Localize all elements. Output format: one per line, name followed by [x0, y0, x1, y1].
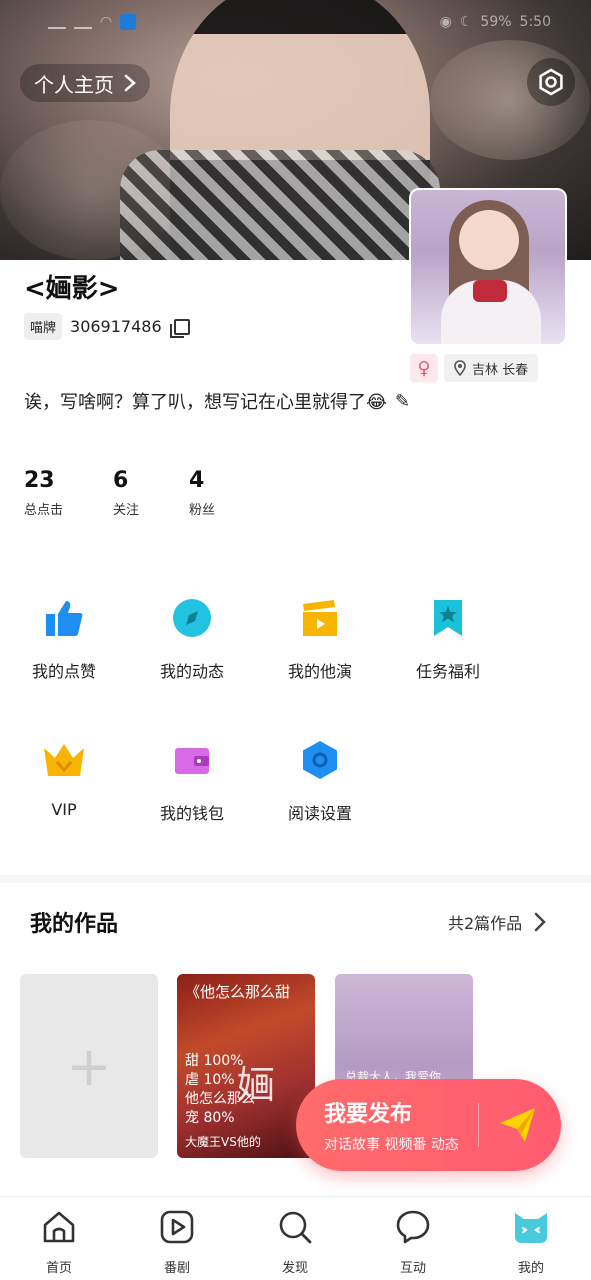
battery-level: 59%	[480, 14, 512, 30]
settings-icon	[539, 68, 563, 96]
stat-clicks[interactable]: 23 总点击	[24, 468, 63, 518]
work-card-subtitle: 大魔王VS他的	[185, 1135, 261, 1149]
signal-icon	[48, 15, 66, 29]
hexagon-settings-icon	[303, 741, 337, 779]
menu-item-wallet[interactable]: 我的钱包	[128, 738, 256, 824]
settings-button[interactable]	[527, 58, 575, 106]
nav-label: 发现	[281, 1261, 308, 1276]
clock: 5:50	[519, 14, 551, 30]
stat-value: 6	[113, 468, 129, 493]
clapperboard-icon	[303, 600, 337, 636]
publish-subtitle: 对话故事 视频番 动态	[324, 1137, 459, 1153]
cat-face-icon	[515, 1213, 547, 1243]
username: <婳影>	[24, 274, 120, 304]
edit-pencil-icon[interactable]: ✎	[395, 391, 410, 412]
works-title: 我的作品	[30, 912, 119, 937]
menu-item-tasks[interactable]: 任务福利	[384, 596, 512, 682]
menu-item-moments[interactable]: 我的动态	[128, 596, 256, 682]
publish-title: 我要发布	[324, 1102, 413, 1127]
menu-item-likes[interactable]: 我的点赞	[0, 596, 128, 682]
gender-tag: ♀	[410, 354, 438, 382]
chevron-right-icon	[534, 912, 546, 932]
location-pin-icon	[454, 360, 466, 376]
add-work-button[interactable]: +	[20, 974, 158, 1158]
stat-value: 23	[24, 468, 55, 493]
bookmark-star-icon	[434, 600, 462, 636]
work-card-title: 《他怎么那么甜	[185, 983, 291, 1001]
stat-label: 关注	[113, 503, 140, 518]
home-icon	[43, 1211, 75, 1243]
nav-interact[interactable]: 互动	[354, 1207, 472, 1276]
work-card[interactable]: 《他怎么那么甜 甜 100% 虐 10% 他怎么那么 宠 80% 婳 大魔王VS…	[177, 974, 315, 1158]
menu-label: VIP	[51, 800, 77, 819]
stat-value: 4	[189, 468, 205, 493]
nav-home[interactable]: 首页	[0, 1207, 118, 1276]
section-divider	[0, 875, 591, 883]
stat-label: 总点击	[24, 503, 64, 518]
menu-item-vip[interactable]: VIP	[0, 738, 128, 819]
works-count: 共2篇作品	[448, 914, 523, 933]
eye-icon: ◉	[439, 14, 452, 30]
play-icon	[160, 1210, 194, 1244]
personal-homepage-link[interactable]: 个人主页	[20, 64, 150, 102]
shield-icon	[120, 14, 137, 30]
nav-label: 首页	[45, 1261, 72, 1276]
copy-icon[interactable]	[169, 318, 190, 338]
bio-text: 诶，写啥啊？算了叭，想写记在心里就得了😂	[24, 392, 388, 413]
avatar[interactable]	[409, 188, 567, 346]
bottom-nav: 首页 番剧 发现 互动 我的	[0, 1196, 591, 1280]
compass-icon	[173, 599, 211, 637]
chat-bubble-icon	[396, 1210, 430, 1244]
personal-homepage-label: 个人主页	[34, 72, 114, 97]
menu-label: 我的点赞	[31, 662, 96, 681]
location-tag: 吉林 长春	[444, 354, 539, 382]
stat-following[interactable]: 6 关注	[113, 468, 139, 518]
location-text: 吉林 长春	[472, 362, 529, 378]
thumbs-up-icon	[46, 601, 83, 636]
publish-button[interactable]: 我要发布 对话故事 视频番 动态	[296, 1079, 561, 1171]
id-row: 喵牌 306917486	[24, 313, 190, 340]
stat-fans[interactable]: 4 粉丝	[189, 468, 215, 518]
signal-icon	[74, 15, 92, 29]
menu-label: 我的他演	[287, 662, 352, 681]
menu-label: 任务福利	[415, 662, 480, 681]
chevron-right-icon	[124, 74, 136, 92]
publish-separator	[478, 1103, 479, 1147]
bio-row[interactable]: 诶，写啥啊？算了叭，想写记在心里就得了😂 ✎	[24, 388, 410, 414]
menu-item-performances[interactable]: 我的他演	[256, 596, 384, 682]
work-card-big-char: 婳	[237, 1063, 276, 1107]
nav-label: 我的	[517, 1261, 544, 1276]
nav-label: 互动	[399, 1261, 426, 1276]
stat-label: 粉丝	[189, 503, 216, 518]
menu-label: 阅读设置	[287, 804, 352, 823]
stats-row: 23 总点击 6 关注 4 粉丝	[24, 468, 215, 518]
user-id: 306917486	[70, 317, 162, 336]
wifi-icon: ◠	[100, 14, 113, 30]
paper-plane-icon	[500, 1108, 535, 1142]
menu-item-reading-settings[interactable]: 阅读设置	[256, 738, 384, 824]
search-icon	[279, 1211, 312, 1244]
menu-label: 我的动态	[159, 662, 224, 681]
wallet-icon	[175, 748, 209, 774]
nav-series[interactable]: 番剧	[118, 1207, 236, 1276]
id-tag: 喵牌	[24, 313, 63, 340]
crown-icon	[44, 744, 84, 776]
status-bar: ◠ ◉ ☾ 59% 5:50	[0, 0, 591, 44]
nav-label: 番剧	[163, 1261, 190, 1276]
profile-tags: ♀ 吉林 长春	[410, 354, 539, 382]
moon-icon: ☾	[459, 14, 473, 30]
nav-mine[interactable]: 我的	[472, 1207, 590, 1276]
works-count-link[interactable]: 共2篇作品	[448, 910, 546, 934]
nav-discover[interactable]: 发现	[236, 1207, 354, 1276]
menu-label: 我的钱包	[159, 804, 224, 823]
